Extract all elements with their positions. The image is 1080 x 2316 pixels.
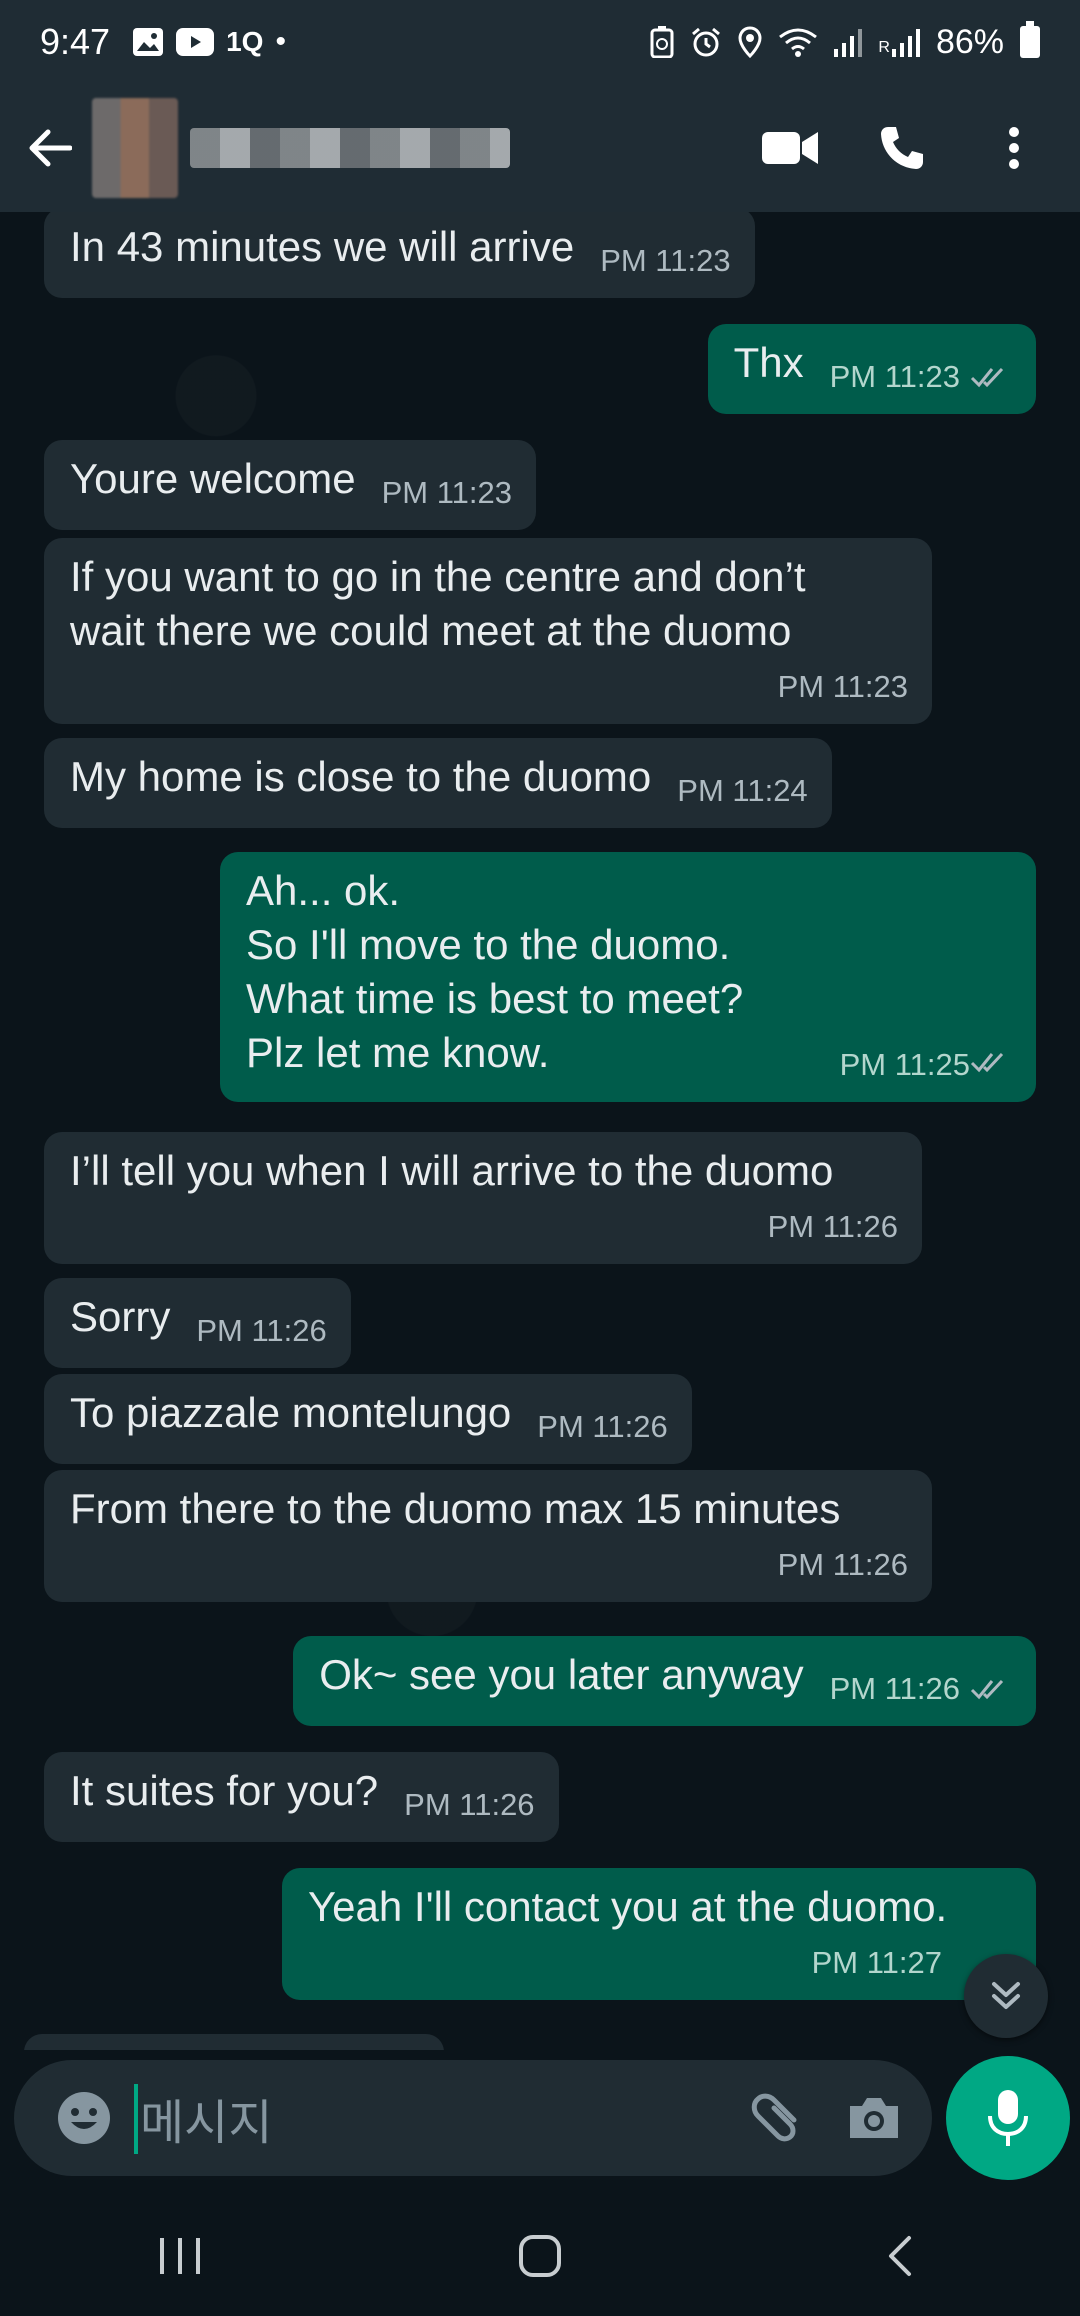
1q-icon: 1Q [226, 26, 264, 57]
signal-r-icon: R [878, 27, 920, 57]
message-bubble-outgoing[interactable]: PM 11:23 Thx [707, 324, 1036, 414]
message-meta: PM 11:26 [537, 1409, 668, 1444]
message-text: Youre welcome [70, 455, 356, 502]
message-bubble-incoming[interactable]: PM 11:24 My home is close to the duomo [44, 738, 832, 828]
message-bubble-outgoing[interactable]: PM 11:26 Ok~ see you later anyway [293, 1636, 1036, 1726]
youtube-icon [176, 28, 215, 56]
wifi-icon [779, 28, 818, 57]
battery-percent: 86% [935, 22, 1004, 61]
message-text: From there to the duomo max 15 minutes [70, 1485, 841, 1532]
message-input-placeholder: 메시지 [140, 2097, 273, 2150]
message-meta: PM 11:26 [767, 1209, 898, 1244]
message-meta: PM 11:26 [196, 1313, 327, 1348]
message-text: It suites for you? [70, 1767, 379, 1814]
more-options-icon [1009, 127, 1019, 169]
message-meta: PM 11:23 [381, 475, 513, 510]
message-text: Sorry [70, 1293, 171, 1340]
message-bubble-outgoing[interactable]: Yeah I'll contact you at the duomo. PM 1… [282, 1868, 1036, 2000]
message-list[interactable]: PM 11:23 In 43 minutes we will arrive PM… [0, 212, 1080, 2050]
message-composer: 메시지 [14, 2060, 932, 2176]
camera-icon [850, 2098, 898, 2138]
back-button[interactable] [10, 108, 90, 188]
message-text: Yeah I'll contact you at the duomo. [308, 1883, 948, 1930]
header-actions [754, 112, 1050, 184]
message-bubble-incoming[interactable]: PM 11:23 Youre welcome [44, 440, 537, 530]
text-caret [134, 2084, 138, 2154]
voice-call-icon [881, 127, 923, 169]
message-text: To piazzale montelungo [70, 1389, 512, 1436]
emoji-button[interactable] [44, 2078, 124, 2158]
status-right-icons: R 86% [650, 21, 1040, 62]
read-ticks-icon [970, 367, 1004, 388]
status-time: 9:47 [40, 21, 111, 62]
camera-button[interactable] [834, 2078, 914, 2158]
status-left-icons: 1Q • [132, 25, 286, 59]
message-meta: PM 11:26 [830, 1662, 1012, 1716]
battery-icon [1020, 21, 1040, 58]
home-button[interactable] [480, 2211, 600, 2301]
alarm-icon [692, 27, 721, 57]
microphone-icon [988, 2090, 1028, 2146]
message-text: My home is close to the duomo [70, 753, 652, 800]
signal-icon [834, 29, 863, 57]
message-meta: PM 11:23 [600, 243, 731, 278]
message-text: Thx [733, 339, 804, 386]
recents-icon [160, 2238, 200, 2274]
status-bar: 9:47 1Q • R 86% [0, 0, 1080, 84]
video-call-button[interactable] [754, 112, 826, 184]
chevron-left-icon [889, 2236, 911, 2276]
voice-call-button[interactable] [866, 112, 938, 184]
message-bubble-incoming[interactable]: From there to the duomo max 15 minutes P… [44, 1470, 932, 1602]
emoji-icon [58, 2092, 110, 2144]
scroll-to-bottom-button[interactable] [964, 1954, 1048, 2038]
chat-header [0, 84, 1080, 212]
back-nav-button[interactable] [840, 2211, 960, 2301]
system-nav-bar [0, 2196, 1080, 2316]
message-bubble-incoming[interactable]: PM 11:26 Sorry [44, 1278, 351, 1368]
message-bubble-incoming[interactable]: PM 11:26 It suites for you? [44, 1752, 559, 1842]
recents-button[interactable] [120, 2211, 240, 2301]
message-meta: PM 11:26 [777, 1547, 908, 1582]
avatar[interactable] [92, 98, 178, 198]
message-input[interactable]: 메시지 [134, 2078, 736, 2158]
read-ticks-icon [970, 1052, 1004, 1073]
arrow-left-icon [29, 129, 72, 167]
read-ticks-icon [970, 1679, 1004, 1700]
location-icon [738, 26, 762, 58]
message-bubble-outgoing[interactable]: Ah... ok. So I'll move to the duomo. Wha… [220, 852, 1036, 1102]
contact-name[interactable] [190, 128, 510, 168]
message-meta: PM 11:23 [777, 669, 908, 704]
message-bubble-incoming[interactable]: PM 11:26 To piazzale montelungo [44, 1374, 692, 1464]
partial-message-bubble [24, 2034, 444, 2050]
message-meta: PM 11:23 [830, 350, 1012, 404]
dot-icon: • [275, 25, 286, 58]
double-chevron-down-icon [992, 1982, 1020, 2009]
attach-button[interactable] [736, 2078, 816, 2158]
message-text: I’ll tell you when I will arrive to the … [70, 1147, 834, 1194]
video-call-icon [762, 132, 818, 164]
message-meta: PM 11:26 [404, 1787, 535, 1822]
voice-record-button[interactable] [946, 2056, 1070, 2180]
home-icon [519, 2235, 561, 2277]
message-text: If you want to go in the centre and don’… [70, 553, 806, 654]
message-meta: PM 11:27 [811, 1945, 942, 1980]
more-options-button[interactable] [978, 112, 1050, 184]
message-text: Ok~ see you later anyway [319, 1651, 804, 1698]
gallery-icon [133, 28, 164, 56]
battery-saver-icon [650, 26, 674, 58]
message-bubble-incoming[interactable]: If you want to go in the centre and don’… [44, 538, 932, 724]
message-meta: PM 11:24 [677, 773, 808, 808]
message-bubble-incoming[interactable]: PM 11:23 In 43 minutes we will arrive [44, 212, 755, 298]
message-bubble-incoming[interactable]: I’ll tell you when I will arrive to the … [44, 1132, 922, 1264]
message-text: In 43 minutes we will arrive [70, 223, 575, 270]
paperclip-icon [751, 2093, 797, 2142]
